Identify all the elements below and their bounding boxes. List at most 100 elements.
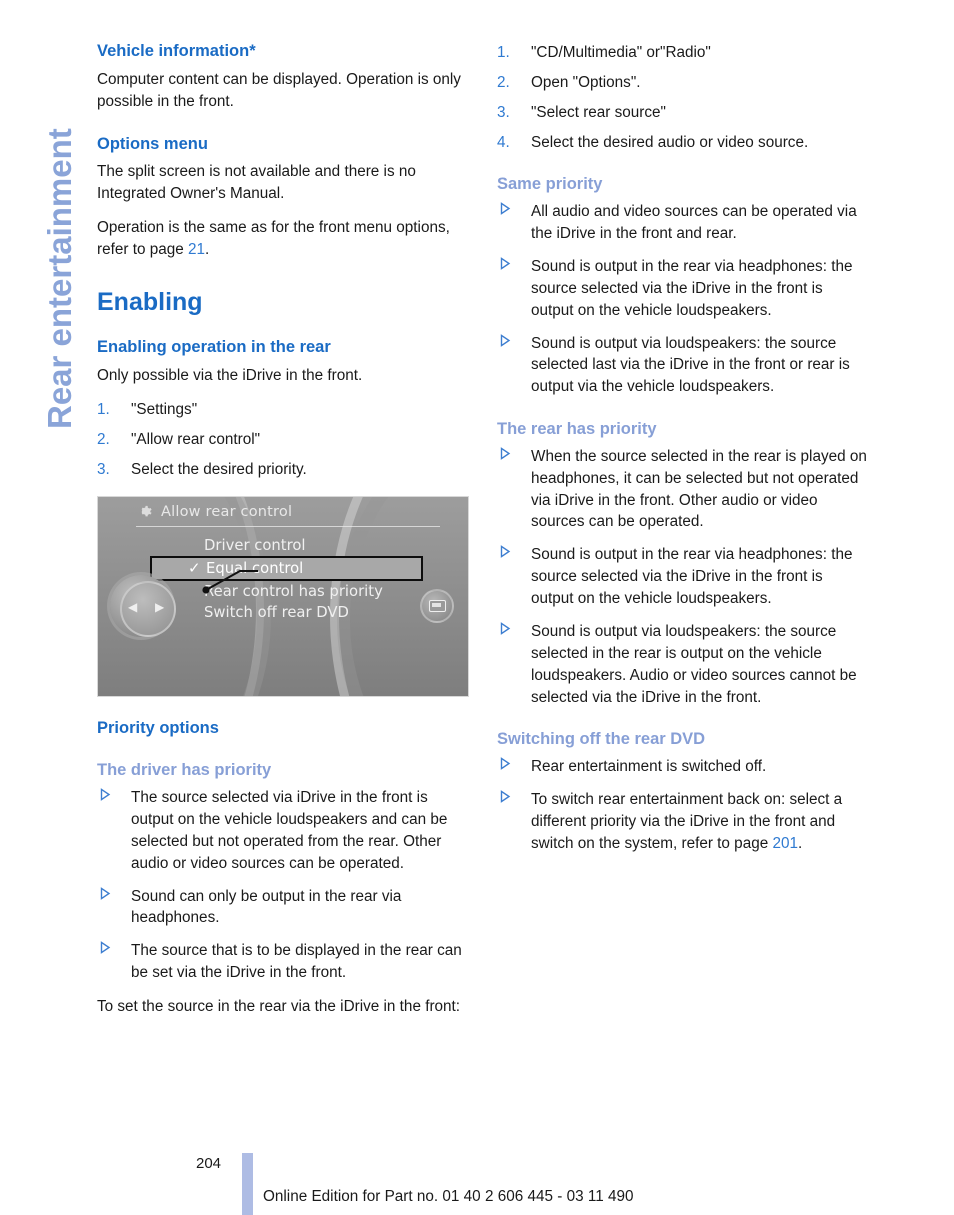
triangle-bullet-icon [100, 941, 111, 955]
footer-accent-bar [242, 1153, 253, 1215]
monitor-glyph [428, 600, 446, 613]
arrow-right-icon: ▶ [155, 600, 165, 615]
heading-enabling-operation-rear: Enabling operation in the rear [97, 338, 331, 357]
step-text: "Settings" [131, 400, 198, 418]
step-number: 2. [97, 430, 110, 448]
heading-options-menu: Options menu [97, 134, 208, 153]
paragraph-vehicle-information: Computer content can be displayed. Opera… [97, 70, 461, 110]
heading-rear-has-priority: The rear has priority [497, 420, 657, 439]
page-title-enabling: Enabling [97, 287, 203, 316]
idrive-menu-item-label: Switch off rear DVD [204, 604, 349, 622]
step-text: "CD/Multimedia" or"Radio" [531, 44, 711, 61]
idrive-controller-knob: ◀ ▶ [106, 567, 196, 647]
bullet-text: The source selected via iDrive in the fr… [131, 789, 448, 872]
list-item: Sound can only be output in the rear via… [97, 886, 469, 930]
page-reference-201[interactable]: 201 [772, 835, 798, 852]
left-column: Vehicle information* Computer content ca… [97, 42, 469, 1030]
enabling-steps-list: 1. "Settings" 2. "Allow rear control" 3.… [97, 399, 469, 481]
triangle-bullet-icon [500, 757, 511, 771]
list-item: 1. "Settings" [97, 399, 469, 421]
paragraph-enabling: Only possible via the iDrive in the fron… [97, 367, 363, 385]
footer-edition-text: Online Edition for Part no. 01 40 2 606 … [263, 1188, 634, 1205]
source-selection-steps-list: 1. "CD/Multimedia" or"Radio" 2. Open "Op… [497, 42, 869, 153]
heading-same-priority: Same priority [497, 175, 603, 194]
list-item: 2. Open "Options". [497, 72, 869, 94]
list-item: 3. Select the desired priority. [97, 459, 469, 481]
paragraph-options-menu-1: The split screen is not available and th… [97, 163, 416, 203]
bullet-text: Sound can only be output in the rear via… [131, 887, 402, 927]
bullet-text: Sound is output via loudspeakers: the so… [531, 622, 857, 706]
idrive-title-divider [136, 526, 440, 528]
list-item: Sound is output in the rear via headphon… [497, 256, 869, 322]
list-item: Sound is output via loudspeakers: the so… [497, 621, 869, 708]
step-number: 2. [497, 73, 510, 91]
heading-vehicle-information: Vehicle information* [97, 42, 256, 60]
idrive-header: Allow rear control [136, 503, 440, 520]
bullet-text: All audio and video sources can be opera… [531, 203, 857, 243]
page-number: 204 [196, 1155, 222, 1172]
paragraph-options-menu-2-suffix: . [205, 240, 210, 258]
idrive-menu-item-label: Rear control has priority [204, 583, 383, 601]
list-item: To switch rear entertainment back on: se… [497, 789, 869, 855]
triangle-bullet-icon [500, 446, 511, 460]
bullet-text: The source that is to be displayed in th… [131, 942, 462, 982]
step-number: 3. [97, 460, 110, 478]
list-item: Sound is output in the rear via headphon… [497, 544, 869, 610]
step-number: 1. [497, 44, 510, 61]
list-item: 3. "Select rear source" [497, 102, 869, 124]
switching-off-bullet-list: Rear entertainment is switched off. To s… [497, 756, 869, 854]
list-item: Rear entertainment is switched off. [497, 756, 869, 778]
list-item: The source selected via iDrive in the fr… [97, 787, 469, 874]
step-text: Open "Options". [531, 73, 641, 91]
triangle-bullet-icon [100, 788, 111, 802]
bullet-text: Rear entertainment is switched off. [531, 758, 767, 776]
triangle-bullet-icon [500, 621, 511, 635]
list-item: 4. Select the desired audio or video sou… [497, 132, 869, 154]
step-text: "Select rear source" [531, 103, 666, 121]
list-item: All audio and video sources can be opera… [497, 201, 869, 245]
bullet-text: Sound is output via loudspeakers: the so… [531, 334, 850, 396]
idrive-menu-item-label: Driver control [204, 537, 306, 555]
bullet-text: Sound is output in the rear via headphon… [531, 546, 853, 608]
idrive-menu-item-label: Equal control [206, 560, 304, 578]
step-number: 4. [497, 133, 510, 151]
triangle-bullet-icon [500, 545, 511, 559]
step-number: 3. [497, 103, 510, 121]
right-column: 1. "CD/Multimedia" or"Radio" 2. Open "Op… [497, 42, 869, 867]
triangle-bullet-icon [500, 790, 511, 803]
step-number: 1. [97, 400, 110, 418]
step-text: "Allow rear control" [131, 430, 261, 448]
step-text: Select the desired audio or video source… [531, 133, 809, 151]
heading-switching-off-rear-dvd: Switching off the rear DVD [497, 730, 706, 749]
list-item: 2. "Allow rear control" [97, 429, 469, 451]
paragraph-options-menu-2-text: Operation is the same as for the front m… [97, 219, 450, 258]
same-priority-bullet-list: All audio and video sources can be opera… [497, 201, 869, 398]
list-item: 1. "CD/Multimedia" or"Radio" [497, 42, 869, 64]
bullet-text: When the source selected in the rear is … [531, 447, 867, 531]
paragraph-set-source-rear: To set the source in the rear via the iD… [97, 997, 461, 1015]
list-item: The source that is to be displayed in th… [97, 940, 469, 984]
idrive-menu-item-rear-control-priority[interactable]: Rear control has priority [204, 581, 419, 602]
step-text: Select the desired priority. [131, 460, 307, 478]
paragraph-options-menu-2: Operation is the same as for the front m… [97, 217, 469, 261]
idrive-title: Allow rear control [161, 503, 293, 520]
triangle-bullet-icon [500, 333, 511, 347]
page-reference-21[interactable]: 21 [188, 241, 205, 258]
monitor-icon [420, 589, 454, 624]
rear-priority-bullet-list: When the source selected in the rear is … [497, 446, 869, 708]
gear-icon [136, 503, 153, 520]
heading-driver-has-priority: The driver has priority [97, 761, 272, 780]
triangle-bullet-icon [100, 886, 111, 900]
list-item: Sound is output via loudspeakers: the so… [497, 333, 869, 399]
chapter-tab-label: Rear entertainment [41, 128, 78, 429]
triangle-bullet-icon [500, 257, 511, 270]
heading-priority-options: Priority options [97, 719, 219, 738]
triangle-bullet-icon [500, 202, 511, 216]
idrive-menu-item-driver-control[interactable]: Driver control [204, 535, 419, 556]
driver-priority-bullet-list: The source selected via iDrive in the fr… [97, 787, 469, 984]
idrive-menu-list: Driver control ✓ Equal control Rear cont… [150, 535, 423, 623]
idrive-menu-item-switch-off-rear-dvd[interactable]: Switch off rear DVD [204, 602, 419, 623]
list-item: When the source selected in the rear is … [497, 446, 869, 533]
bullet-text: Sound is output in the rear via headphon… [531, 257, 853, 319]
chapter-tab: Rear entertainment [0, 0, 96, 430]
